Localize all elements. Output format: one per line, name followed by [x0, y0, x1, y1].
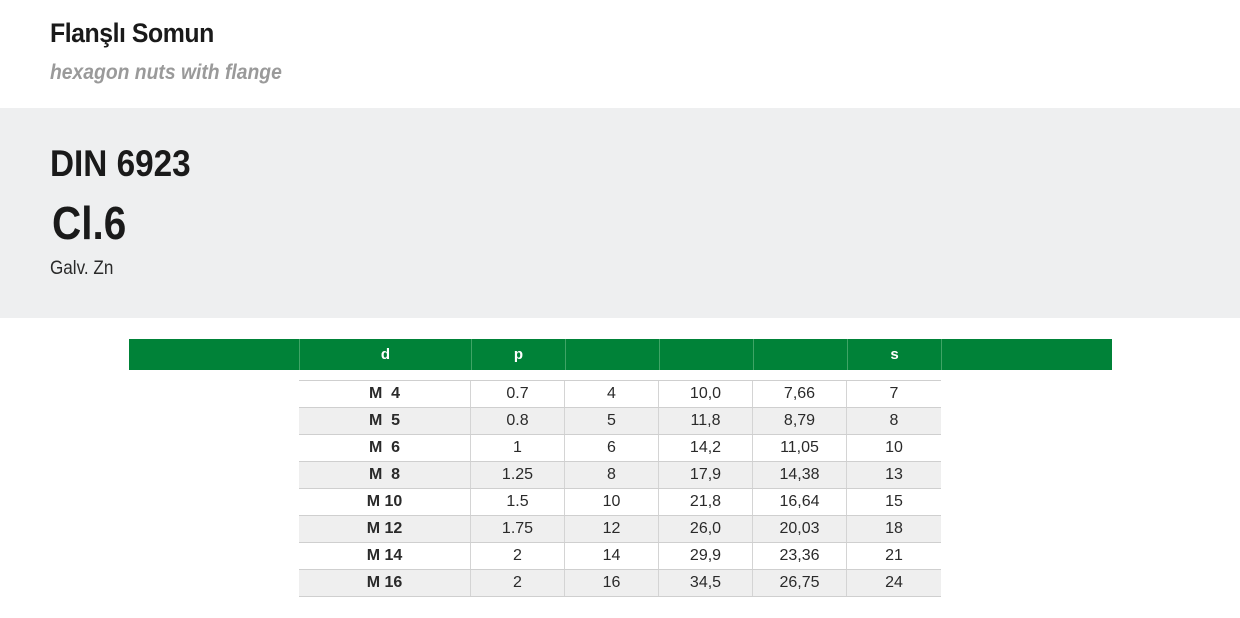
- cell-p: 0.7: [471, 381, 565, 407]
- cell-d: M 14: [299, 543, 471, 569]
- dimension-table: M 4 0.7 4 10,0 7,66 7 M 5 0.8 5 11,8 8,7…: [299, 380, 941, 597]
- column-header-m: m max.: [565, 339, 659, 394]
- cell-e: 16,64: [753, 489, 847, 515]
- cell-s: 24: [885, 574, 903, 591]
- table-row: M 8 1.25 8 17,9 14,38 13: [299, 462, 941, 489]
- column-header-p-label: p: [513, 346, 524, 363]
- table-row: M 12 1.75 12 26,0 20,03 18: [299, 516, 941, 543]
- column-header-d: d: [299, 339, 471, 370]
- product-info-band: [0, 108, 1240, 318]
- table-row: M 10 1.5 10 21,8 16,64 15: [299, 489, 941, 516]
- cell-dc: 11,8: [659, 408, 753, 434]
- cell-m: 4: [565, 381, 659, 407]
- cell-p: 2: [471, 543, 565, 569]
- cell-d: M 12: [299, 516, 471, 542]
- cell-dc: 34,5: [659, 570, 753, 596]
- page-title: Flanşlı Somun: [50, 18, 214, 48]
- cell-d: M 6: [299, 435, 471, 461]
- table-row: M 6 1 6 14,2 11,05 10: [299, 435, 941, 462]
- cell-s: 21: [885, 547, 903, 564]
- cell-d: M 5: [299, 408, 471, 434]
- cell-p: 1.75: [471, 516, 565, 542]
- cell-m: 10: [565, 489, 659, 515]
- cell-e: 26,75: [753, 570, 847, 596]
- table-row: M 14 2 14 29,9 23,36 21: [299, 543, 941, 570]
- cell-s: 10: [885, 439, 903, 456]
- cell-dc: 29,9: [659, 543, 753, 569]
- cell-e: 7,66: [753, 381, 847, 407]
- table-row: M 5 0.8 5 11,8 8,79 8: [299, 408, 941, 435]
- cell-m: 5: [565, 408, 659, 434]
- cell-d: M 8: [299, 462, 471, 488]
- standard-label: DIN 6923: [50, 143, 191, 184]
- cell-d: M 16: [299, 570, 471, 596]
- cell-e: 23,36: [753, 543, 847, 569]
- cell-dc: 10,0: [659, 381, 753, 407]
- cell-p: 1: [471, 435, 565, 461]
- cell-dc: 14,2: [659, 435, 753, 461]
- cell-d: M 4: [299, 381, 471, 407]
- cell-s: 18: [885, 520, 903, 537]
- cell-m: 12: [565, 516, 659, 542]
- cell-e: 14,38: [753, 462, 847, 488]
- cell-d: M 10: [299, 489, 471, 515]
- coating-label: Galv. Zn: [50, 258, 114, 279]
- cell-e: 8,79: [753, 408, 847, 434]
- class-label: Cl.6: [52, 197, 127, 249]
- table-row: M 4 0.7 4 10,0 7,66 7: [299, 381, 941, 408]
- cell-m: 8: [565, 462, 659, 488]
- cell-e: 11,05: [753, 435, 847, 461]
- cell-p: 0.8: [471, 408, 565, 434]
- cell-m: 14: [565, 543, 659, 569]
- column-header-dc: dc max.: [659, 339, 753, 396]
- cell-dc: 26,0: [659, 516, 753, 542]
- column-header-s-label: s: [890, 346, 899, 363]
- column-header-s: s: [847, 339, 942, 370]
- table-row: M 16 2 16 34,5 26,75 24: [299, 570, 941, 597]
- cell-dc: 21,8: [659, 489, 753, 515]
- cell-p: 1.25: [471, 462, 565, 488]
- column-header-p: p: [471, 339, 565, 370]
- cell-s: 8: [889, 412, 899, 429]
- column-header-e: e min.: [753, 339, 847, 394]
- cell-e: 20,03: [753, 516, 847, 542]
- table-header-bar: d p m max. dc max. e min. s: [129, 339, 1112, 396]
- column-header-d-label: d: [380, 346, 391, 363]
- page-subtitle: hexagon nuts with flange: [50, 61, 282, 84]
- cell-p: 2: [471, 570, 565, 596]
- cell-p: 1.5: [471, 489, 565, 515]
- cell-s: 7: [889, 385, 899, 402]
- cell-m: 6: [565, 435, 659, 461]
- cell-dc: 17,9: [659, 462, 753, 488]
- cell-s: 13: [885, 466, 903, 483]
- cell-s: 15: [885, 493, 903, 510]
- cell-m: 16: [565, 570, 659, 596]
